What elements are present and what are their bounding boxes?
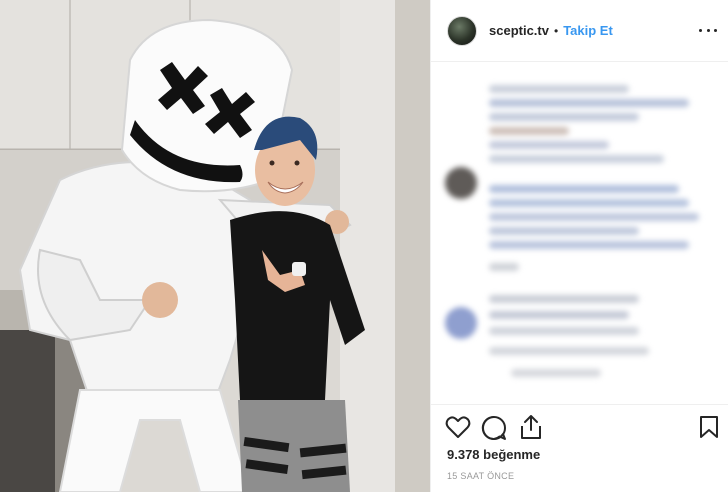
photo-illustration — [0, 0, 430, 492]
share-icon[interactable] — [519, 414, 543, 440]
post-header: sceptic.tv • Takip Et — [431, 0, 728, 62]
separator-dot: • — [553, 23, 559, 38]
username-link[interactable]: sceptic.tv — [489, 23, 549, 38]
post-side-panel: sceptic.tv • Takip Et 9.378 beğenme 15 S… — [430, 0, 728, 492]
heart-icon[interactable] — [445, 415, 471, 439]
blurred-comments — [431, 63, 728, 404]
follow-button[interactable]: Takip Et — [563, 23, 613, 38]
post-actions: 9.378 beğenme 15 SAAT ÖNCE — [431, 404, 728, 492]
likes-count[interactable]: 9.378 beğenme — [447, 447, 540, 462]
comment-icon[interactable] — [481, 415, 507, 441]
post-timestamp[interactable]: 15 SAAT ÖNCE — [447, 471, 514, 481]
bookmark-icon[interactable] — [699, 415, 719, 439]
more-options-icon[interactable] — [699, 22, 717, 38]
comments-area — [431, 63, 728, 404]
avatar[interactable] — [447, 15, 477, 46]
post-photo[interactable] — [0, 0, 430, 492]
